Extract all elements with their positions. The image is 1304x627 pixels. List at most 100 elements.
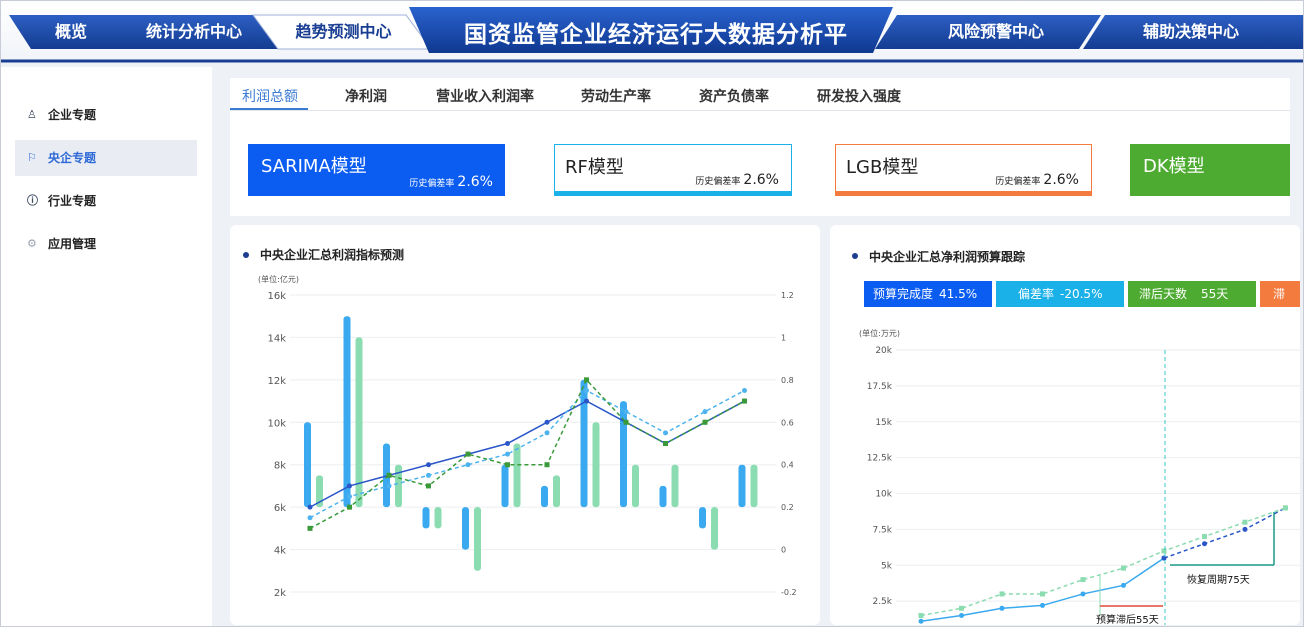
series-line <box>309 378 745 530</box>
data-point <box>307 525 313 531</box>
data-point <box>999 605 1005 611</box>
data-point <box>347 494 352 500</box>
data-point <box>623 419 629 425</box>
bar <box>501 464 509 508</box>
data-point <box>505 462 510 468</box>
y-tick-label: 20k <box>875 346 892 356</box>
data-point <box>1040 591 1045 597</box>
y2-tick-label: 0.8 <box>781 376 794 385</box>
data-point <box>702 409 708 415</box>
data-point <box>426 483 431 489</box>
top-nav: 概览 统计分析中心 趋势预测中心 国资监管企业经济运行大数据分析平 风险预警中心… <box>1 1 1303 63</box>
y2-tick-label: 1 <box>781 333 786 342</box>
model-card-panel: 利润总额 净利润 营业收入利润率 劳动生产率 资产负债率 研发投入强度 SARI… <box>230 78 1290 216</box>
y-tick-label: 4k <box>274 546 286 557</box>
y2-tick-label: 0.6 <box>781 418 794 427</box>
bar <box>592 422 600 508</box>
model-card-lgb[interactable]: LGB模型 历史偏差率 2.6% <box>835 144 1092 196</box>
sidebar-item-central[interactable]: ⚐ 央企专题 <box>15 140 197 176</box>
model-name: LGB模型 <box>846 157 919 178</box>
flag-icon: ⚐ <box>27 151 37 164</box>
bar <box>422 507 430 529</box>
data-point <box>307 515 313 521</box>
tab-net-profit[interactable]: 净利润 <box>345 86 387 106</box>
model-deviation: 历史偏差率 2.6% <box>409 174 493 190</box>
data-point <box>307 504 313 510</box>
data-point <box>742 387 747 393</box>
model-card-dk[interactable]: DK模型 <box>1130 144 1290 196</box>
indicator-tabs: 利润总额 净利润 营业收入利润率 劳动生产率 资产负债率 研发投入强度 <box>230 78 1290 111</box>
bar <box>474 507 481 571</box>
data-point <box>1242 519 1248 525</box>
y-tick-label: 16k <box>267 291 286 302</box>
data-point <box>959 605 964 611</box>
sidebar-item-label: 行业专题 <box>48 194 97 208</box>
nav-tab-decision[interactable]: 辅助决策中心 <box>1116 15 1266 49</box>
data-point <box>1161 548 1167 554</box>
tab-total-profit[interactable]: 利润总额 <box>242 86 298 106</box>
y-tick-label: 2.5k <box>872 597 892 607</box>
data-point <box>623 409 629 415</box>
data-point <box>1202 541 1207 547</box>
data-point <box>544 462 550 468</box>
data-point <box>347 483 352 489</box>
data-point <box>918 612 924 618</box>
model-name: DK模型 <box>1143 156 1205 177</box>
deviation-label: 历史偏差率 <box>409 179 455 189</box>
tab-debt-ratio[interactable]: 资产负债率 <box>699 86 769 106</box>
tab-revenue-margin[interactable]: 营业收入利润率 <box>436 86 534 106</box>
data-point <box>465 462 471 468</box>
data-point <box>386 483 392 489</box>
nav-tab-statistics[interactable]: 统计分析中心 <box>129 15 259 49</box>
y-tick-label: 2k <box>274 588 286 599</box>
y-tick-label: 10k <box>875 490 892 500</box>
model-deviation: 历史偏差率 2.6% <box>995 172 1079 188</box>
profit-forecast-chart: (单位:亿元) 2k 4k 6k 8k 10k 12k 14k 16k -0.2 0 0.2 0.4 0… <box>258 274 797 599</box>
bar <box>304 422 311 508</box>
y-tick-label: 17.5k <box>867 382 893 392</box>
y-tick-label: 12.5k <box>867 454 893 464</box>
nav-tab-risk[interactable]: 风险预警中心 <box>921 15 1071 49</box>
model-name: SARIMA模型 <box>261 156 367 177</box>
data-point <box>426 462 431 468</box>
data-point <box>663 430 668 436</box>
data-point <box>959 612 964 618</box>
data-point <box>505 451 510 457</box>
model-deviation: 历史偏差率 2.6% <box>695 172 779 188</box>
data-point <box>584 387 589 393</box>
y-tick-label: 14k <box>267 333 286 344</box>
data-point <box>584 398 589 404</box>
data-point <box>544 430 550 436</box>
budget-tracking-chart: (单位:万元) 2.5k 5k 7.5k 10k 12.5k 15k 17.5k 20k 恢复… <box>859 328 1300 625</box>
right-chart-unit: (单位:万元) <box>859 328 900 338</box>
model-card-rf[interactable]: RF模型 历史偏差率 2.6% <box>554 144 792 196</box>
bar <box>395 464 402 508</box>
series-line <box>309 389 745 519</box>
y-tick-label: 5k <box>881 561 893 571</box>
tab-labor-productivity[interactable]: 劳动生产率 <box>581 86 651 106</box>
model-card-sarima[interactable]: SARIMA模型 历史偏差率 2.6% <box>248 144 505 196</box>
data-point <box>347 504 352 510</box>
data-point <box>1161 555 1167 561</box>
data-point <box>999 591 1005 597</box>
data-point <box>505 441 510 446</box>
deviation-label: 历史偏差率 <box>995 177 1041 187</box>
series-line <box>1163 507 1286 559</box>
tab-rd-intensity[interactable]: 研发投入强度 <box>817 86 901 106</box>
data-point <box>1202 534 1207 540</box>
sidebar-item-industry[interactable]: ⓘ 行业专题 <box>15 183 197 219</box>
y-tick-label: 12k <box>267 376 286 387</box>
nav-tab-forecast[interactable]: 趋势预测中心 <box>276 15 411 49</box>
series-line <box>309 400 745 508</box>
y-tick-label: 6k <box>274 503 286 514</box>
nav-tab-overview[interactable]: 概览 <box>26 15 116 49</box>
profit-forecast-panel: 中央企业汇总利润指标预测 (单位:亿元) 2k 4k 6k 8k 10k 12k 14k 16… <box>230 225 820 625</box>
data-point <box>426 472 431 478</box>
data-point <box>702 419 708 425</box>
sidebar-item-admin[interactable]: ⚙ 应用管理 <box>15 226 197 262</box>
bar <box>620 401 627 508</box>
info-icon: ⓘ <box>27 194 38 207</box>
sidebar-item-enterprise[interactable]: ♙ 企业专题 <box>15 97 197 133</box>
deviation-value: 2.6% <box>1043 172 1079 188</box>
y-tick-label: 10k <box>267 418 286 429</box>
